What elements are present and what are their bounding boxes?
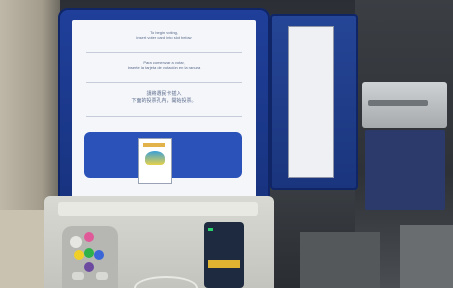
divider xyxy=(86,52,242,53)
wall-lower xyxy=(0,210,45,288)
card-stripe xyxy=(143,143,165,147)
divider xyxy=(86,82,242,83)
base-lid xyxy=(58,202,258,216)
privacy-panel xyxy=(270,14,358,190)
right-button[interactable] xyxy=(94,250,104,260)
headphone-jack-ring xyxy=(134,276,198,288)
card-slot-strip[interactable] xyxy=(208,260,240,268)
printer-unit xyxy=(362,82,447,128)
voter-card-illustration xyxy=(138,138,172,184)
instruction-en-2: insert voter card into slot below xyxy=(136,35,192,40)
status-led xyxy=(208,228,213,231)
keypad-button[interactable] xyxy=(70,236,82,248)
divider xyxy=(86,116,242,117)
equipment-panel xyxy=(365,130,445,210)
card-reader[interactable] xyxy=(204,222,244,288)
left-button[interactable] xyxy=(74,250,84,260)
up-button[interactable] xyxy=(84,232,94,242)
select-button[interactable] xyxy=(84,248,94,258)
terminal-base xyxy=(44,196,274,288)
equipment-box xyxy=(300,232,380,288)
photo-scene: To begin voting, insert voter card into … xyxy=(0,0,453,288)
panel-window xyxy=(288,26,334,178)
down-button[interactable] xyxy=(84,262,94,272)
equipment-box-right xyxy=(400,225,453,288)
instruction-zh-2: 下面的投票孔內，開始投票。 xyxy=(131,98,197,104)
accessible-keypad xyxy=(62,226,118,288)
instruction-zh-1: 請將選民卡插入 xyxy=(146,91,182,97)
keypad-button[interactable] xyxy=(96,272,108,280)
printer-slot xyxy=(368,100,428,106)
keypad-button[interactable] xyxy=(72,272,84,280)
voting-terminal: To begin voting, insert voter card into … xyxy=(58,8,270,218)
touchscreen[interactable]: To begin voting, insert voter card into … xyxy=(72,20,256,198)
instruction-es-2: inserte la tarjeta de votación en la ran… xyxy=(127,65,201,70)
card-logo-icon xyxy=(145,151,165,165)
